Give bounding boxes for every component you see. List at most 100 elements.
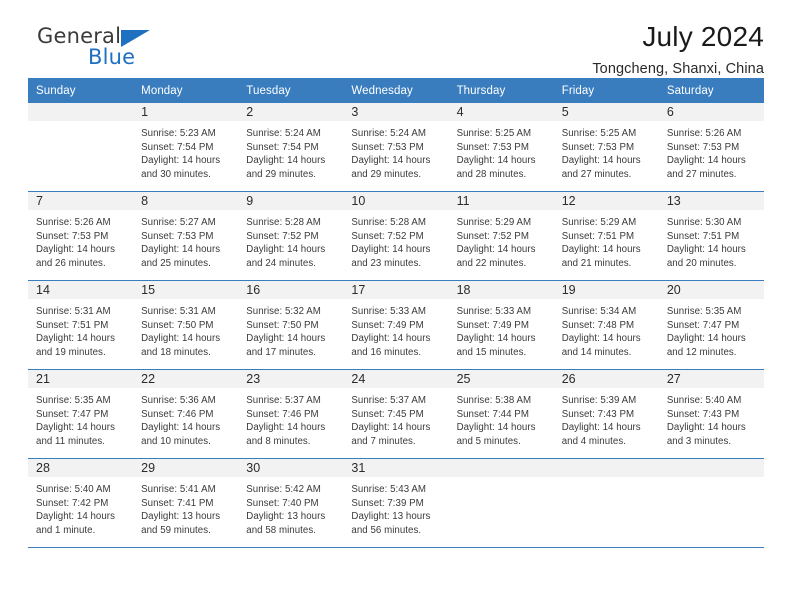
day-detail-line: and 17 minutes. [246, 346, 316, 358]
day-detail-line: Sunrise: 5:35 AM [666, 306, 742, 317]
day-details: Sunrise: 5:29 AM Sunset: 7:51 PM Daylight:… [554, 210, 659, 270]
day-detail-line: Sunset: 7:52 PM [351, 230, 424, 242]
day-detail-line: Daylight: 14 hours [141, 333, 221, 345]
calendar-day-cell[interactable]: 19 Sunrise: 5:34 AM Sunset: 7:48 PM Dayligh… [553, 280, 659, 370]
calendar-day-cell[interactable]: 12 Sunrise: 5:29 AM Sunset: 7:51 PM Dayligh… [553, 191, 659, 281]
day-detail-line: Sunrise: 5:39 AM [561, 395, 637, 406]
weekday-header-saturday: Saturday [658, 78, 764, 103]
day-detail-line: Sunrise: 5:41 AM [141, 484, 216, 495]
day-detail-line: and 8 minutes. [246, 435, 311, 447]
calendar-day-cell[interactable]: 4 Sunrise: 5:25 AM Sunset: 7:53 PM Daylight… [448, 103, 554, 192]
day-detail-line: Daylight: 14 hours [456, 333, 536, 345]
day-detail-line: and 28 minutes. [456, 168, 527, 180]
day-detail-line: Sunrise: 5:37 AM [351, 395, 426, 406]
day-number: 24 [343, 370, 449, 388]
day-detail-line: Sunset: 7:41 PM [141, 497, 214, 509]
day-detail-line: and 3 minutes. [666, 435, 732, 447]
calendar-day-cell[interactable]: 6 Sunrise: 5:26 AM Sunset: 7:53 PM Daylight… [658, 103, 764, 192]
calendar-day-cell[interactable]: 15 Sunrise: 5:31 AM Sunset: 7:50 PM Dayligh… [133, 280, 239, 370]
calendar-day-cell[interactable]: 21 Sunrise: 5:35 AM Sunset: 7:47 PM Dayligh… [28, 369, 134, 459]
day-detail-line: and 20 minutes. [666, 257, 737, 269]
day-details: Sunrise: 5:26 AM Sunset: 7:53 PM Daylight:… [659, 121, 764, 181]
day-detail-line: Daylight: 14 hours [36, 333, 115, 345]
day-number [658, 459, 764, 477]
day-detail-line: Daylight: 14 hours [246, 155, 326, 167]
calendar-day-cell[interactable]: 22 Sunrise: 5:36 AM Sunset: 7:46 PM Dayligh… [133, 369, 239, 459]
calendar-day-cell[interactable]: 10 Sunrise: 5:28 AM Sunset: 7:52 PM Dayligh… [343, 191, 449, 281]
day-detail-line: Sunrise: 5:26 AM [36, 217, 111, 228]
day-detail-line: Sunset: 7:53 PM [456, 141, 529, 153]
day-detail-line: Sunset: 7:52 PM [456, 230, 529, 242]
calendar-day-cell[interactable]: 13 Sunrise: 5:30 AM Sunset: 7:51 PM Dayligh… [658, 191, 764, 281]
calendar-day-cell[interactable]: 20 Sunrise: 5:35 AM Sunset: 7:47 PM Dayligh… [658, 280, 764, 370]
day-number: 4 [448, 103, 554, 121]
calendar-day-cell[interactable]: 29 Sunrise: 5:41 AM Sunset: 7:41 PM Dayligh… [133, 458, 239, 548]
calendar-day-cell[interactable]: 31 Sunrise: 5:43 AM Sunset: 7:39 PM Dayligh… [343, 458, 449, 548]
day-details: Sunrise: 5:39 AM Sunset: 7:43 PM Daylight:… [554, 388, 659, 448]
day-details: Sunrise: 5:42 AM Sunset: 7:40 PM Daylight:… [238, 477, 343, 537]
day-detail-line: Sunset: 7:46 PM [141, 408, 214, 420]
day-detail-line: Sunset: 7:39 PM [351, 497, 424, 509]
day-detail-line: Sunrise: 5:28 AM [351, 217, 426, 228]
day-detail-line: and 15 minutes. [456, 346, 527, 358]
day-detail-line: Sunset: 7:50 PM [141, 319, 214, 331]
calendar-week-row: 7 Sunrise: 5:26 AM Sunset: 7:53 PM Daylight… [28, 191, 764, 281]
day-detail-line: Daylight: 14 hours [141, 244, 221, 256]
calendar-day-cell[interactable]: 14 Sunrise: 5:31 AM Sunset: 7:51 PM Dayligh… [28, 280, 134, 370]
weekday-header-friday: Friday [553, 78, 659, 103]
calendar-day-cell[interactable]: 26 Sunrise: 5:39 AM Sunset: 7:43 PM Dayligh… [553, 369, 659, 459]
day-details: Sunrise: 5:37 AM Sunset: 7:46 PM Daylight:… [238, 388, 343, 448]
day-detail-line: Daylight: 14 hours [141, 422, 221, 434]
day-detail-line: Sunrise: 5:27 AM [141, 217, 216, 228]
calendar-day-cell[interactable]: 7 Sunrise: 5:26 AM Sunset: 7:53 PM Daylight… [28, 191, 134, 281]
brand-logo[interactable]: General Blue [28, 22, 208, 74]
calendar-day-cell[interactable]: 8 Sunrise: 5:27 AM Sunset: 7:53 PM Daylight… [133, 191, 239, 281]
day-detail-line: Daylight: 14 hours [456, 422, 536, 434]
day-number: 9 [238, 192, 344, 210]
day-number: 26 [553, 370, 659, 388]
day-number: 30 [238, 459, 344, 477]
day-detail-line: Sunset: 7:53 PM [351, 141, 424, 153]
day-detail-line: Sunrise: 5:26 AM [666, 128, 742, 139]
calendar-day-cell[interactable]: 17 Sunrise: 5:33 AM Sunset: 7:49 PM Dayligh… [343, 280, 449, 370]
day-detail-line: Daylight: 14 hours [351, 333, 431, 345]
calendar-day-cell[interactable]: 3 Sunrise: 5:24 AM Sunset: 7:53 PM Daylight… [343, 103, 449, 192]
calendar-cell-empty [28, 103, 134, 192]
calendar-day-cell[interactable]: 23 Sunrise: 5:37 AM Sunset: 7:46 PM Dayligh… [238, 369, 344, 459]
day-details: Sunrise: 5:40 AM Sunset: 7:42 PM Daylight:… [28, 477, 133, 537]
day-detail-line: and 5 minutes. [456, 435, 521, 447]
calendar-day-cell[interactable]: 11 Sunrise: 5:29 AM Sunset: 7:52 PM Dayligh… [448, 191, 554, 281]
calendar-day-cell[interactable]: 18 Sunrise: 5:33 AM Sunset: 7:49 PM Dayligh… [448, 280, 554, 370]
day-detail-line: Sunset: 7:53 PM [666, 141, 740, 153]
calendar-day-cell[interactable]: 28 Sunrise: 5:40 AM Sunset: 7:42 PM Dayligh… [28, 458, 134, 548]
calendar-day-cell[interactable]: 25 Sunrise: 5:38 AM Sunset: 7:44 PM Dayligh… [448, 369, 554, 459]
calendar-day-cell[interactable]: 30 Sunrise: 5:42 AM Sunset: 7:40 PM Dayligh… [238, 458, 344, 548]
day-detail-line: Daylight: 14 hours [666, 155, 746, 167]
calendar-day-cell[interactable]: 16 Sunrise: 5:32 AM Sunset: 7:50 PM Dayligh… [238, 280, 344, 370]
calendar-day-cell[interactable]: 5 Sunrise: 5:25 AM Sunset: 7:53 PM Daylight… [553, 103, 659, 192]
day-number: 15 [133, 281, 239, 299]
day-detail-line: Sunrise: 5:42 AM [246, 484, 321, 495]
calendar-day-cell[interactable]: 1 Sunrise: 5:23 AM Sunset: 7:54 PM Daylight… [133, 103, 239, 192]
day-detail-line: and 11 minutes. [36, 435, 105, 447]
calendar-week-row: 21 Sunrise: 5:35 AM Sunset: 7:47 PM Dayligh… [28, 369, 764, 459]
day-details: Sunrise: 5:24 AM Sunset: 7:53 PM Daylight:… [343, 121, 448, 181]
day-detail-line: Sunrise: 5:38 AM [456, 395, 532, 406]
day-details: Sunrise: 5:36 AM Sunset: 7:46 PM Daylight:… [133, 388, 238, 448]
calendar-day-cell[interactable]: 9 Sunrise: 5:28 AM Sunset: 7:52 PM Daylight… [238, 191, 344, 281]
day-detail-line: Sunset: 7:47 PM [36, 408, 109, 420]
day-number: 16 [238, 281, 344, 299]
day-detail-line: and 30 minutes. [141, 168, 211, 180]
day-details: Sunrise: 5:31 AM Sunset: 7:51 PM Daylight:… [28, 299, 133, 359]
day-detail-line: Sunset: 7:54 PM [246, 141, 319, 153]
day-details: Sunrise: 5:25 AM Sunset: 7:53 PM Daylight:… [449, 121, 554, 181]
day-detail-line: Sunrise: 5:40 AM [666, 395, 742, 406]
day-details: Sunrise: 5:28 AM Sunset: 7:52 PM Daylight:… [238, 210, 343, 270]
day-details: Sunrise: 5:26 AM Sunset: 7:53 PM Daylight:… [28, 210, 133, 270]
day-detail-line: Sunrise: 5:33 AM [351, 306, 426, 317]
calendar-day-cell[interactable]: 27 Sunrise: 5:40 AM Sunset: 7:43 PM Dayligh… [658, 369, 764, 459]
calendar-day-cell[interactable]: 2 Sunrise: 5:24 AM Sunset: 7:54 PM Daylight… [238, 103, 344, 192]
day-details: Sunrise: 5:43 AM Sunset: 7:39 PM Daylight:… [343, 477, 448, 537]
calendar-day-cell[interactable]: 24 Sunrise: 5:37 AM Sunset: 7:45 PM Dayligh… [343, 369, 449, 459]
day-details: Sunrise: 5:27 AM Sunset: 7:53 PM Daylight:… [133, 210, 238, 270]
